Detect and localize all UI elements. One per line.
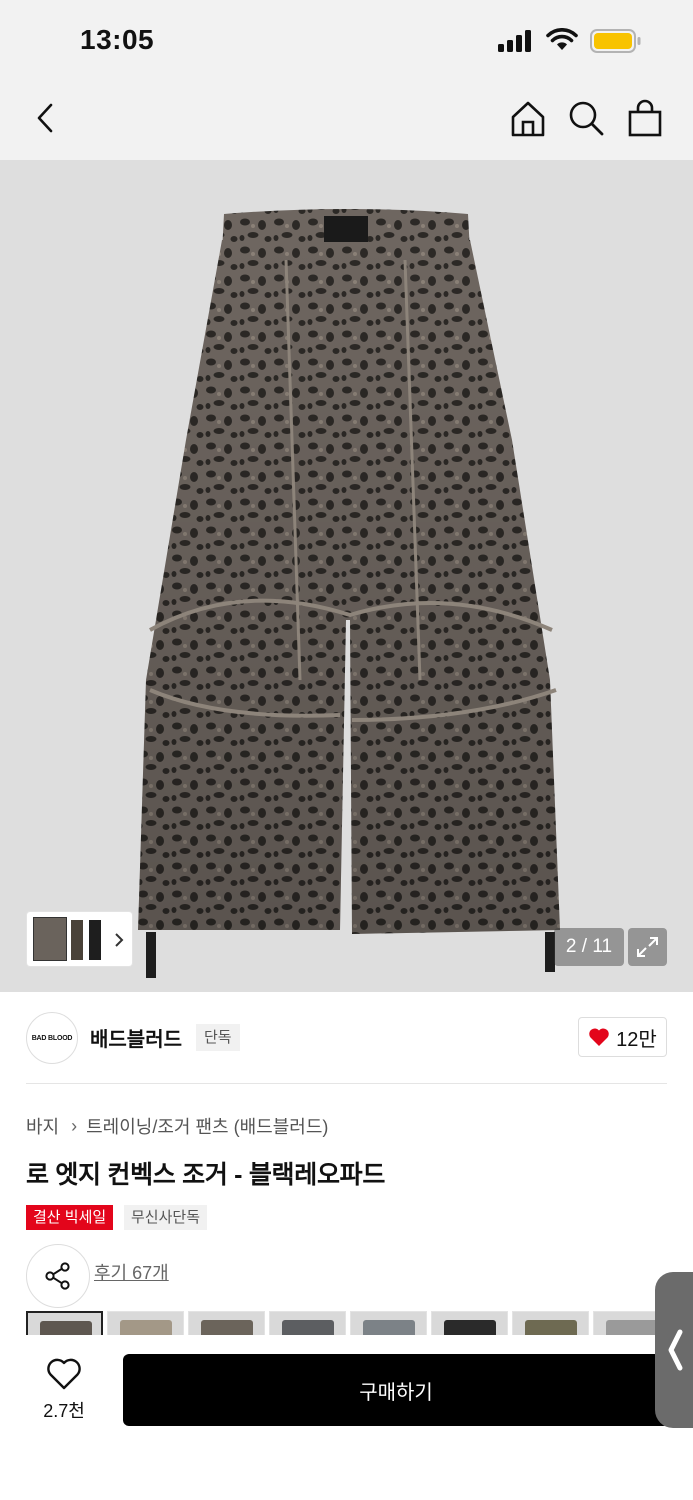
heart-filled-icon (589, 1028, 609, 1046)
chevron-right-icon: › (71, 1115, 78, 1136)
wishlist-count: 2.7천 (43, 1401, 85, 1421)
thumbnail-image (33, 917, 67, 961)
signal-icon (498, 30, 531, 52)
reviews-link[interactable]: 후기 67개 (94, 1259, 169, 1285)
battery-icon (590, 29, 641, 53)
share-button[interactable] (26, 1244, 90, 1308)
brand-logo-text: BAD BLOOD (31, 1034, 73, 1042)
breadcrumb-subcategory[interactable]: 트레이닝/조거 팬츠 (배드블러드) (86, 1113, 328, 1139)
breadcrumb-category[interactable]: 바지 (26, 1113, 59, 1139)
exclusive-tag: 무신사단독 (124, 1205, 208, 1230)
image-counter: 2 / 11 (554, 928, 624, 966)
search-icon[interactable] (566, 98, 606, 138)
variant-thumbnail[interactable] (431, 1311, 508, 1335)
color-variants (26, 1311, 676, 1335)
product-title: 로 엣지 컨벡스 조거 - 블랙레오파드 (26, 1161, 386, 1189)
breadcrumb: 바지 › 트레이닝/조거 팬츠 (배드블러드) (26, 1113, 328, 1139)
side-panel-handle[interactable] (655, 1272, 693, 1428)
variant-thumbnail[interactable] (350, 1311, 427, 1335)
thumbnail-image (71, 920, 83, 960)
bottom-action-bar: 2.7천 구매하기 (0, 1335, 693, 1500)
back-icon[interactable] (26, 98, 66, 138)
brand-exclusive-badge: 단독 (196, 1024, 240, 1051)
share-icon (45, 1262, 70, 1290)
expand-icon (637, 937, 658, 957)
chevron-left-icon (668, 1329, 683, 1371)
shopping-bag-icon[interactable] (625, 98, 665, 138)
top-nav (0, 80, 693, 160)
chevron-right-icon (115, 933, 124, 947)
variant-thumbnail[interactable] (188, 1311, 265, 1335)
status-time: 13:05 (80, 24, 155, 55)
brand-name[interactable]: 배드블러드 (90, 1023, 182, 1052)
variant-thumbnail[interactable] (107, 1311, 184, 1335)
brand-logo[interactable]: BAD BLOOD (26, 1012, 78, 1064)
wifi-icon (546, 28, 578, 50)
variant-thumbnail[interactable] (269, 1311, 346, 1335)
buy-button[interactable]: 구매하기 (123, 1354, 669, 1426)
divider (26, 1083, 667, 1084)
variant-thumbnail[interactable] (512, 1311, 589, 1335)
product-photo (138, 209, 560, 978)
home-icon[interactable] (508, 98, 548, 138)
status-bar: 13:05 (0, 0, 693, 80)
thumbnail-image (89, 920, 101, 960)
brand-like-count: 12만 (616, 1028, 657, 1051)
thumbnail-strip[interactable] (26, 911, 133, 967)
expand-button[interactable] (628, 928, 667, 966)
variant-thumbnail[interactable] (26, 1311, 103, 1335)
sale-tag: 결산 빅세일 (26, 1205, 114, 1230)
brand-like-button[interactable]: 12만 (578, 1017, 667, 1057)
product-image-gallery[interactable]: 2 / 11 (0, 160, 693, 992)
heart-outline-icon[interactable] (46, 1357, 82, 1391)
